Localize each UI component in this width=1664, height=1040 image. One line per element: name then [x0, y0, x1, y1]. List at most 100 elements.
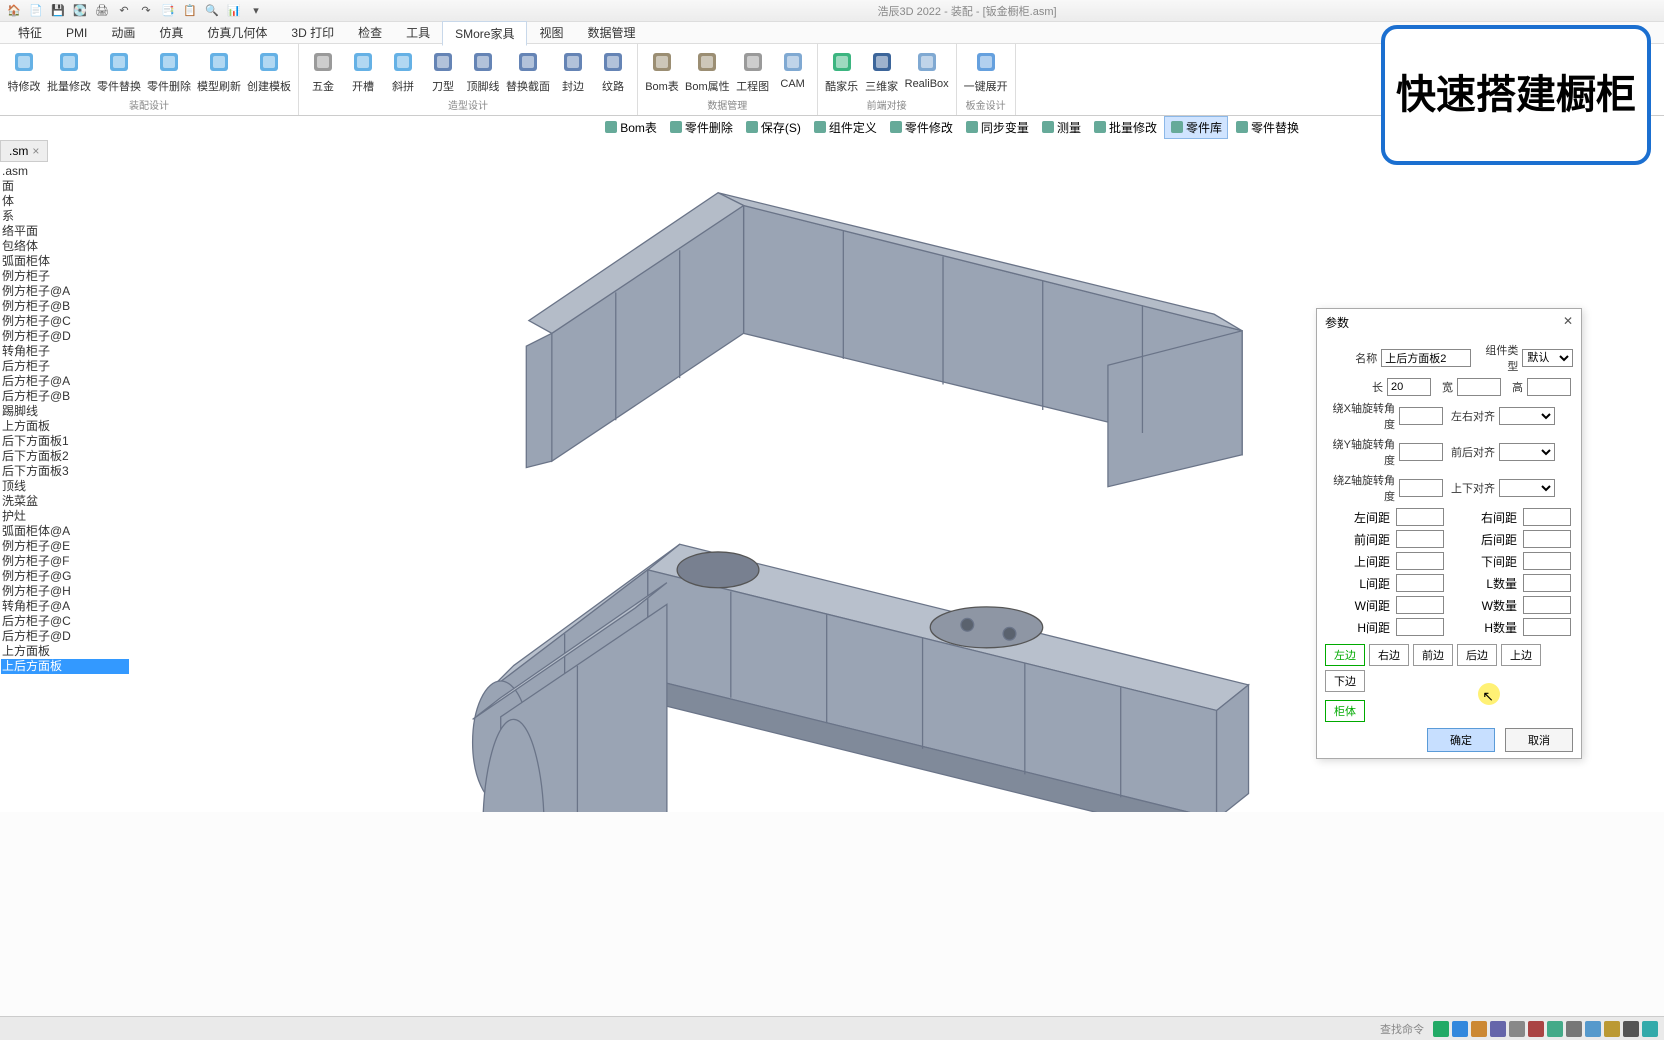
secbar-组件定义[interactable]: 组件定义	[808, 117, 882, 138]
ribbon-btn-特修改[interactable]: 特修改	[4, 46, 44, 96]
ribbon-btn-模型刷新[interactable]: 模型刷新	[194, 46, 244, 96]
menu-0[interactable]: 特征	[6, 21, 54, 44]
ribbon-btn-批量修改[interactable]: 批量修改	[44, 46, 94, 96]
ribbon-btn-替换截面[interactable]: 替换截面	[503, 46, 553, 96]
tree-item[interactable]: 后方柜子@B	[1, 389, 129, 404]
qat-btn-0[interactable]: 🏠	[6, 3, 22, 19]
menu-2[interactable]: 动画	[99, 21, 147, 44]
grid-input[interactable]	[1523, 552, 1571, 570]
tree-item[interactable]: 后下方面板1	[1, 434, 129, 449]
status-icon[interactable]	[1642, 1021, 1658, 1037]
qat-btn-2[interactable]: 💾	[50, 3, 66, 19]
len-input[interactable]	[1387, 378, 1431, 396]
grid-input[interactable]	[1523, 574, 1571, 592]
qat-btn-8[interactable]: 📋	[182, 3, 198, 19]
comptype-select[interactable]: 默认	[1522, 349, 1573, 367]
status-icon[interactable]	[1433, 1021, 1449, 1037]
close-icon[interactable]: ✕	[1563, 314, 1573, 331]
tree-item[interactable]: 上方面板	[1, 419, 129, 434]
rotx-input[interactable]	[1399, 407, 1443, 425]
ok-button[interactable]: 确定	[1427, 728, 1495, 752]
ribbon-btn-创建模板[interactable]: 创建模板	[244, 46, 294, 96]
status-icon[interactable]	[1509, 1021, 1525, 1037]
lr-select[interactable]	[1499, 407, 1555, 425]
menu-7[interactable]: 工具	[394, 21, 442, 44]
ribbon-btn-零件删除[interactable]: 零件删除	[144, 46, 194, 96]
tree-item[interactable]: 例方柜子@B	[1, 299, 129, 314]
tree-item[interactable]: 踢脚线	[1, 404, 129, 419]
tree-item[interactable]: 例方柜子@A	[1, 284, 129, 299]
menu-8[interactable]: SMore家具	[442, 21, 527, 46]
fb-select[interactable]	[1499, 443, 1555, 461]
tree-item[interactable]: 护灶	[1, 509, 129, 524]
ud-select[interactable]	[1499, 479, 1555, 497]
ribbon-btn-酷家乐[interactable]: 酷家乐	[822, 46, 862, 96]
ribbon-btn-工程图[interactable]: 工程图	[733, 46, 773, 96]
tree-item[interactable]: 后下方面板2	[1, 449, 129, 464]
status-icon[interactable]	[1471, 1021, 1487, 1037]
edge-下边[interactable]: 下边	[1325, 670, 1365, 692]
ribbon-btn-Bom属性[interactable]: Bom属性	[682, 46, 733, 96]
edge-后边[interactable]: 后边	[1457, 644, 1497, 666]
qat-btn-3[interactable]: 💽	[72, 3, 88, 19]
secbar-零件删除[interactable]: 零件删除	[664, 117, 738, 138]
edge-左边[interactable]: 左边	[1325, 644, 1365, 666]
grid-input[interactable]	[1523, 618, 1571, 636]
secbar-零件替换[interactable]: 零件替换	[1230, 117, 1304, 138]
status-icon[interactable]	[1585, 1021, 1601, 1037]
menu-6[interactable]: 检查	[346, 21, 394, 44]
extra-cabinet-button[interactable]: 柜体	[1325, 700, 1365, 722]
grid-input[interactable]	[1396, 618, 1444, 636]
tree-item[interactable]: 例方柜子@D	[1, 329, 129, 344]
secbar-测量[interactable]: 测量	[1036, 117, 1086, 138]
tree-item[interactable]: 转角柜子@A	[1, 599, 129, 614]
ribbon-btn-Bom表[interactable]: Bom表	[642, 46, 682, 96]
secbar-同步变量[interactable]: 同步变量	[960, 117, 1034, 138]
grid-input[interactable]	[1396, 574, 1444, 592]
ribbon-btn-五金[interactable]: 五金	[303, 46, 343, 96]
name-input[interactable]	[1381, 349, 1471, 367]
doc-tab[interactable]: .sm ×	[0, 140, 48, 162]
qat-btn-10[interactable]: 📊	[226, 3, 242, 19]
grid-input[interactable]	[1396, 596, 1444, 614]
ribbon-btn-开槽[interactable]: 开槽	[343, 46, 383, 96]
rotz-input[interactable]	[1399, 479, 1443, 497]
tree-item[interactable]: 后方柜子	[1, 359, 129, 374]
tree-item[interactable]: 例方柜子@F	[1, 554, 129, 569]
qat-btn-4[interactable]: 🖨	[94, 3, 110, 19]
tree-item[interactable]: 后方柜子@D	[1, 629, 129, 644]
menu-3[interactable]: 仿真	[147, 21, 195, 44]
tree-item[interactable]: 系	[1, 209, 129, 224]
tree-item[interactable]: 例方柜子@E	[1, 539, 129, 554]
qat-btn-11[interactable]: ▾	[248, 3, 264, 19]
menu-1[interactable]: PMI	[54, 23, 99, 43]
edge-右边[interactable]: 右边	[1369, 644, 1409, 666]
tree-item[interactable]: 包络体	[1, 239, 129, 254]
ribbon-btn-纹路[interactable]: 纹路	[593, 46, 633, 96]
secbar-零件修改[interactable]: 零件修改	[884, 117, 958, 138]
menu-4[interactable]: 仿真几何体	[195, 21, 279, 44]
tree-item[interactable]: 体	[1, 194, 129, 209]
qat-btn-9[interactable]: 🔍	[204, 3, 220, 19]
status-icon[interactable]	[1452, 1021, 1468, 1037]
tree-item[interactable]: 例方柜子@H	[1, 584, 129, 599]
tree-item[interactable]: .asm	[1, 164, 129, 179]
ribbon-btn-斜拼[interactable]: 斜拼	[383, 46, 423, 96]
ribbon-btn-RealiBox[interactable]: RealiBox	[902, 46, 952, 96]
grid-input[interactable]	[1523, 530, 1571, 548]
menu-9[interactable]: 视图	[527, 21, 575, 44]
tree-item[interactable]: 例方柜子@C	[1, 314, 129, 329]
tree-item[interactable]: 后方柜子@C	[1, 614, 129, 629]
grid-input[interactable]	[1523, 596, 1571, 614]
tree-item[interactable]: 顶线	[1, 479, 129, 494]
menu-10[interactable]: 数据管理	[576, 21, 648, 44]
tree-item[interactable]: 后下方面板3	[1, 464, 129, 479]
tree-item[interactable]: 后方柜子@A	[1, 374, 129, 389]
ribbon-btn-一键展开[interactable]: 一键展开	[961, 46, 1011, 96]
tree-item[interactable]: 上方面板	[1, 644, 129, 659]
tree-item[interactable]: 弧面柜体@A	[1, 524, 129, 539]
ribbon-btn-封边[interactable]: 封边	[553, 46, 593, 96]
qat-btn-7[interactable]: 📑	[160, 3, 176, 19]
tree-item[interactable]: 转角柜子	[1, 344, 129, 359]
tree-item[interactable]: 例方柜子	[1, 269, 129, 284]
